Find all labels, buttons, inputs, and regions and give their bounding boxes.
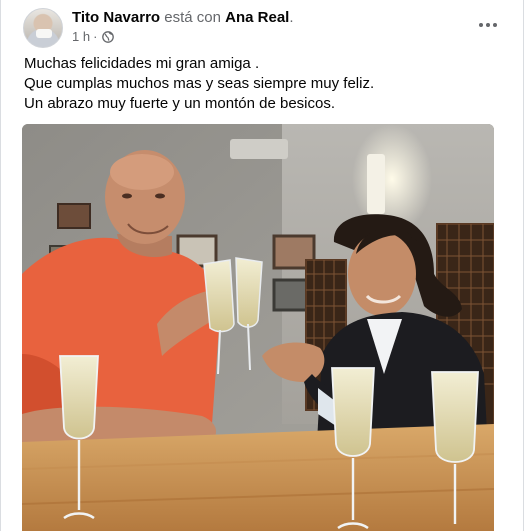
post-text-line: Muchas felicidades mi gran amiga . xyxy=(24,55,260,72)
post-header: Tito Navarro está con Ana Real. 1 h · xyxy=(23,8,503,48)
post-options-button[interactable] xyxy=(475,14,501,36)
author-avatar[interactable] xyxy=(23,8,63,48)
post-card: Tito Navarro está con Ana Real. 1 h · Mu… xyxy=(0,0,524,531)
post-time-link[interactable]: 1 h xyxy=(72,29,90,44)
post-text-line: Que cumplas muchos mas y seas siempre mu… xyxy=(24,75,375,92)
globe-icon[interactable] xyxy=(102,30,115,43)
author-line: Tito Navarro está con Ana Real. xyxy=(72,9,294,26)
with-text: está con xyxy=(164,9,221,26)
photo-illustration xyxy=(22,124,494,531)
post-photo[interactable] xyxy=(22,124,494,531)
tag-period: . xyxy=(289,9,294,26)
more-horizontal-icon xyxy=(479,23,483,27)
meta-separator: · xyxy=(93,29,98,44)
post-text-line: Un abrazo muy fuerte y un montón de besi… xyxy=(24,95,336,112)
avatar-face-mask xyxy=(36,29,52,38)
tagged-friend-link[interactable]: Ana Real xyxy=(225,9,289,26)
author-name-link[interactable]: Tito Navarro xyxy=(72,9,160,26)
post-message: Muchas felicidades mi gran amiga . Que c… xyxy=(24,54,504,114)
post-meta: 1 h · xyxy=(72,29,115,44)
